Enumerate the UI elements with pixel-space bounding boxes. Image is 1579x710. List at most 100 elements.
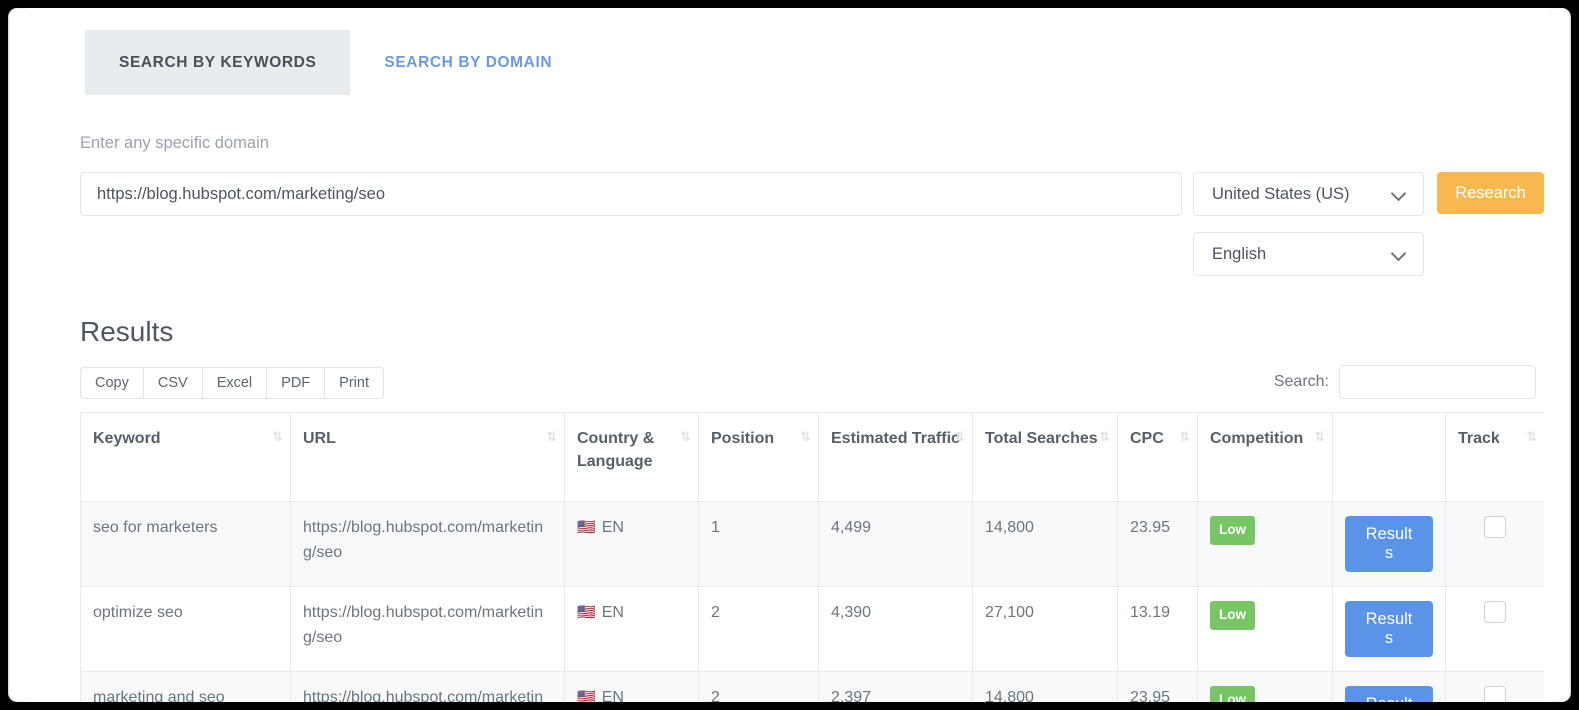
cell-competition: Low [1198, 587, 1333, 672]
cell-cpc: 23.95 [1118, 502, 1198, 587]
column-header-total-searches-label: Total Searches [985, 430, 1098, 447]
page-content: SEARCH BY KEYWORDS SEARCH BY DOMAIN Ente… [29, 8, 1549, 702]
competition-badge: Low [1210, 686, 1255, 702]
table-search: Search: [1274, 365, 1536, 399]
column-header-url-label: URL [303, 430, 336, 447]
us-flag-icon: 🇺🇸 [577, 688, 596, 702]
track-checkbox[interactable] [1484, 686, 1506, 702]
column-header-competition[interactable]: Competition ⇅ [1198, 413, 1333, 502]
sort-icon[interactable]: ⇅ [1526, 429, 1536, 448]
column-header-keyword-label: Keyword [93, 430, 161, 447]
row-results-button[interactable]: Results [1345, 516, 1433, 572]
cell-url: https://blog.hubspot.com/marketing/seo [291, 502, 565, 587]
cell-cpc: 13.19 [1118, 587, 1198, 672]
cell-position: 2 [699, 672, 819, 702]
country-select[interactable]: United States (US) [1193, 172, 1424, 216]
sort-icon[interactable]: ⇅ [954, 429, 964, 448]
cell-cpc: 23.95 [1118, 672, 1198, 702]
export-excel-button[interactable]: Excel [202, 367, 266, 399]
export-pdf-button[interactable]: PDF [266, 367, 324, 399]
domain-field-label: Enter any specific domain [80, 134, 269, 153]
browser-frame: SEARCH BY KEYWORDS SEARCH BY DOMAIN Ente… [8, 8, 1571, 702]
tab-bar: SEARCH BY KEYWORDS SEARCH BY DOMAIN [85, 30, 586, 95]
column-header-competition-label: Competition [1210, 430, 1303, 447]
column-header-url[interactable]: URL ⇅ [291, 413, 565, 502]
cell-competition: Low [1198, 502, 1333, 587]
cell-keyword: marketing and seo [81, 672, 291, 702]
sort-icon[interactable]: ⇅ [272, 429, 282, 448]
sort-icon[interactable]: ⇅ [1314, 429, 1324, 448]
table-row: seo for marketershttps://blog.hubspot.co… [81, 502, 1545, 587]
results-table-wrapper: Keyword ⇅ URL ⇅ Country & Language ⇅ P [80, 412, 1544, 702]
competition-badge: Low [1210, 601, 1255, 630]
cell-total-searches: 14,800 [973, 502, 1118, 587]
cell-position: 2 [699, 587, 819, 672]
cell-track [1446, 672, 1545, 702]
table-row: optimize seohttps://blog.hubspot.com/mar… [81, 587, 1545, 672]
cell-estimated-traffic: 4,499 [819, 502, 973, 587]
cell-track [1446, 587, 1545, 672]
us-flag-icon: 🇺🇸 [577, 603, 596, 621]
tab-search-by-domain[interactable]: SEARCH BY DOMAIN [350, 30, 586, 95]
results-table-head: Keyword ⇅ URL ⇅ Country & Language ⇅ P [81, 413, 1545, 502]
table-search-input[interactable] [1339, 365, 1536, 399]
row-results-button[interactable]: Results [1345, 601, 1433, 657]
cell-actions: Results [1333, 502, 1446, 587]
export-button-group: Copy CSV Excel PDF Print [80, 367, 384, 399]
sort-icon[interactable]: ⇅ [1099, 429, 1109, 448]
cell-competition: Low [1198, 672, 1333, 702]
sort-icon[interactable]: ⇅ [1179, 429, 1189, 448]
column-header-cpc-label: CPC [1130, 430, 1164, 447]
us-flag-icon: 🇺🇸 [577, 518, 596, 536]
tab-search-by-domain-label: SEARCH BY DOMAIN [384, 54, 552, 72]
table-row: marketing and seohttps://blog.hubspot.co… [81, 672, 1545, 702]
cell-actions: Results [1333, 587, 1446, 672]
column-header-track[interactable]: Track ⇅ [1446, 413, 1545, 502]
cell-estimated-traffic: 2,397 [819, 672, 973, 702]
cell-total-searches: 14,800 [973, 672, 1118, 702]
sort-icon[interactable]: ⇅ [546, 429, 556, 448]
column-header-cpc[interactable]: CPC ⇅ [1118, 413, 1198, 502]
sort-icon[interactable]: ⇅ [800, 429, 810, 448]
column-header-keyword[interactable]: Keyword ⇅ [81, 413, 291, 502]
results-table: Keyword ⇅ URL ⇅ Country & Language ⇅ P [80, 412, 1544, 702]
results-heading: Results [80, 316, 173, 348]
cell-estimated-traffic: 4,390 [819, 587, 973, 672]
cell-keyword: seo for marketers [81, 502, 291, 587]
domain-input[interactable] [80, 172, 1182, 216]
column-header-country-language[interactable]: Country & Language ⇅ [565, 413, 699, 502]
research-button[interactable]: Research [1437, 172, 1544, 214]
tab-search-by-keywords-label: SEARCH BY KEYWORDS [119, 54, 316, 72]
language-select[interactable]: English [1193, 232, 1424, 276]
cell-country-language: 🇺🇸EN [565, 672, 699, 702]
competition-badge: Low [1210, 516, 1255, 545]
cell-keyword: optimize seo [81, 587, 291, 672]
cell-total-searches: 27,100 [973, 587, 1118, 672]
export-csv-button[interactable]: CSV [143, 367, 202, 399]
cell-country-language: 🇺🇸EN [565, 502, 699, 587]
column-header-estimated-traffic-label: Estimated Traffic [831, 430, 960, 447]
column-header-actions [1333, 413, 1446, 502]
cell-position: 1 [699, 502, 819, 587]
track-checkbox[interactable] [1484, 516, 1506, 538]
cell-url: https://blog.hubspot.com/marketing/seo [291, 587, 565, 672]
column-header-track-label: Track [1458, 430, 1500, 447]
sort-icon[interactable]: ⇅ [680, 429, 690, 448]
tab-search-by-keywords[interactable]: SEARCH BY KEYWORDS [85, 30, 350, 95]
cell-actions: Results [1333, 672, 1446, 702]
cell-track [1446, 502, 1545, 587]
export-copy-button[interactable]: Copy [80, 367, 143, 399]
column-header-country-language-label: Country & Language [577, 430, 654, 470]
cell-country-language: 🇺🇸EN [565, 587, 699, 672]
column-header-position[interactable]: Position ⇅ [699, 413, 819, 502]
export-print-button[interactable]: Print [324, 367, 384, 399]
column-header-position-label: Position [711, 430, 774, 447]
table-search-label: Search: [1274, 373, 1329, 391]
results-table-body: seo for marketershttps://blog.hubspot.co… [81, 502, 1545, 702]
track-checkbox[interactable] [1484, 601, 1506, 623]
cell-url: https://blog.hubspot.com/marketing/seo [291, 672, 565, 702]
row-results-button[interactable]: Results [1345, 686, 1433, 702]
column-header-total-searches[interactable]: Total Searches ⇅ [973, 413, 1118, 502]
results-table-header-row: Keyword ⇅ URL ⇅ Country & Language ⇅ P [81, 413, 1545, 502]
column-header-estimated-traffic[interactable]: Estimated Traffic ⇅ [819, 413, 973, 502]
